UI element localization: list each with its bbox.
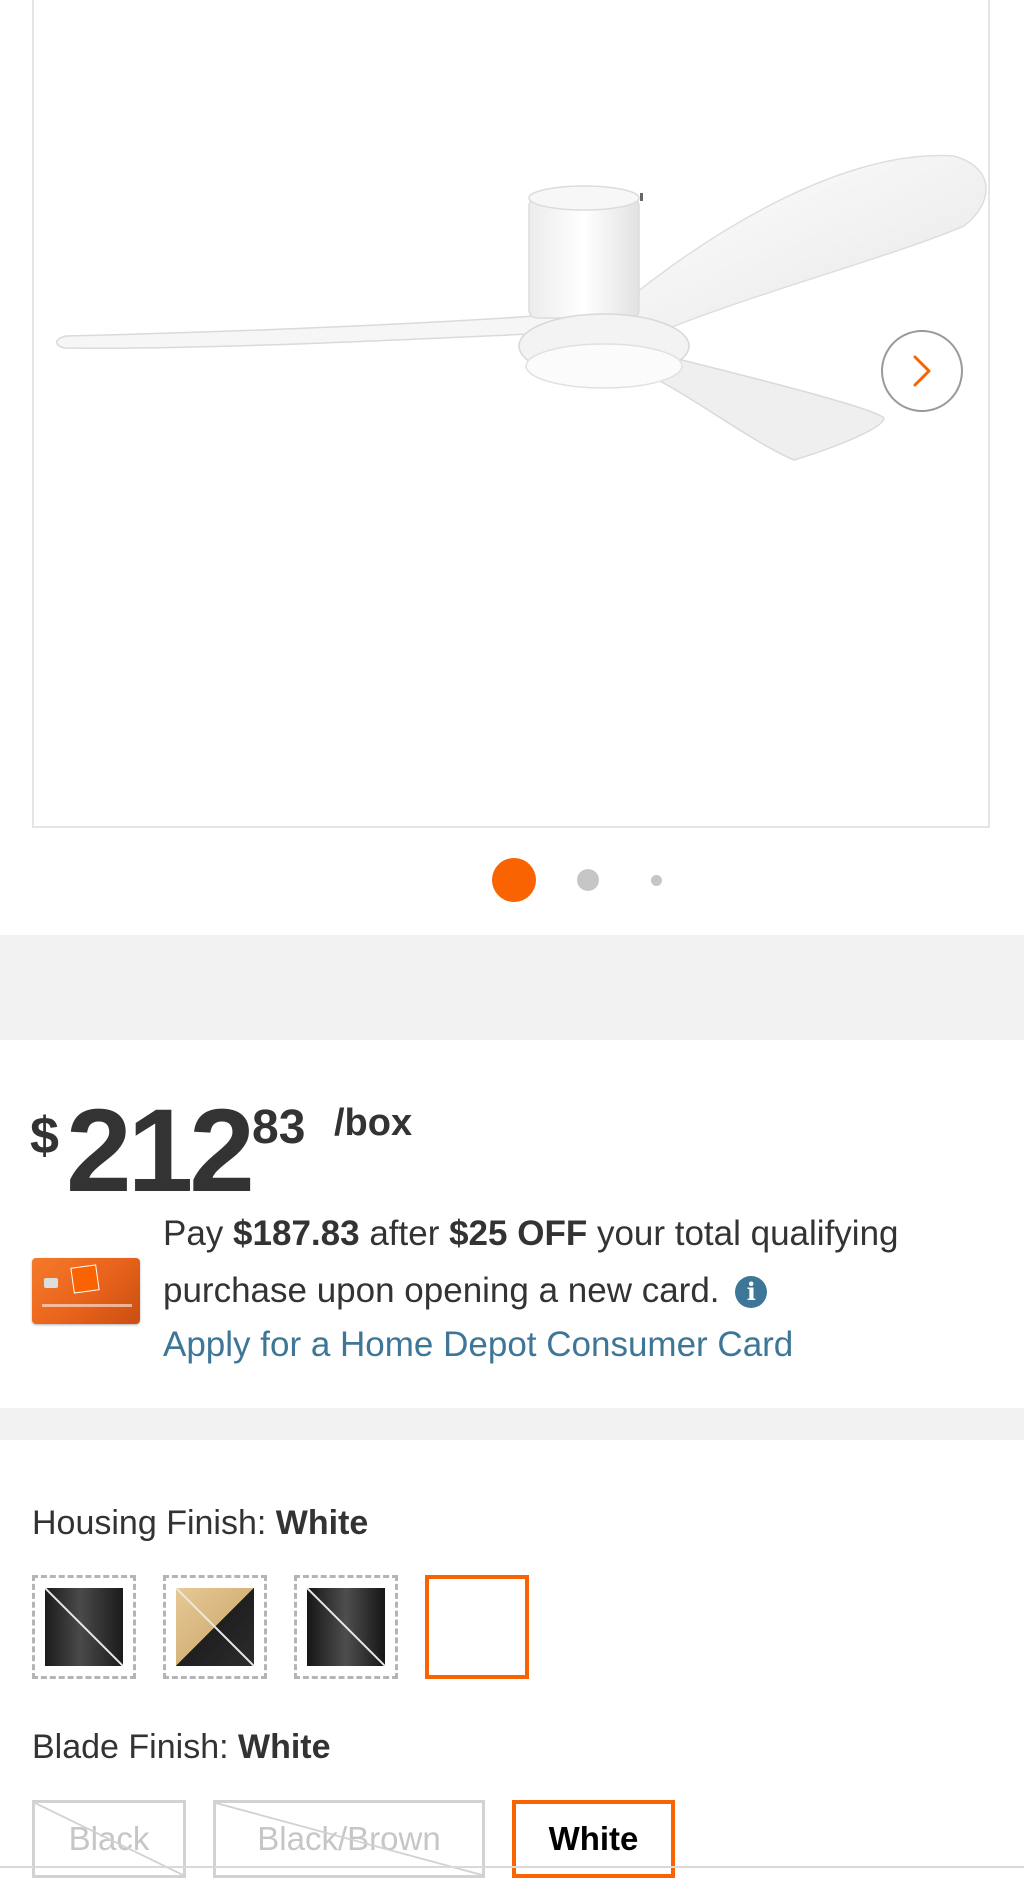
product-image-gallery: [0, 0, 1024, 935]
card-chip-icon: [44, 1278, 58, 1288]
offer-discount: $25 OFF: [449, 1214, 588, 1253]
offer-pay-prefix: Pay: [163, 1214, 224, 1253]
card-offer-text: Pay $187.83 after $25 OFF your total qua…: [163, 1205, 983, 1319]
housing-swatch-black[interactable]: [32, 1575, 136, 1679]
housing-swatch-white-selected[interactable]: [425, 1575, 529, 1679]
section-divider: [0, 1408, 1024, 1440]
ceiling-fan-image: [56, 154, 987, 461]
card-number-stripe: [42, 1304, 132, 1307]
section-divider: [0, 935, 1024, 1040]
price-currency: $: [30, 1107, 59, 1165]
housing-finish-selected: White: [275, 1504, 369, 1542]
bottom-divider: [0, 1866, 1024, 1868]
price-unit: /box: [334, 1102, 413, 1144]
chevron-right-icon: [913, 355, 931, 387]
housing-finish-label: Housing Finish: White: [32, 1504, 368, 1543]
blade-finish-label: Blade Finish: White: [32, 1728, 331, 1767]
offer-after-price: $187.83: [233, 1214, 360, 1253]
price-section: $ 212 83 /box Pay $187.83 after $25 OFF …: [0, 1040, 1024, 1408]
blade-option-label: White: [548, 1820, 639, 1857]
info-icon[interactable]: i: [735, 1276, 768, 1308]
swatch-fill: [307, 1588, 385, 1666]
blade-finish-title: Blade Finish:: [32, 1728, 229, 1766]
home-depot-logo-icon: [70, 1264, 100, 1294]
swatch-fill: [45, 1588, 123, 1666]
blade-finish-selected: White: [238, 1728, 331, 1766]
carousel-dot[interactable]: [651, 875, 662, 886]
carousel-dot-active[interactable]: [492, 858, 536, 902]
carousel-dot[interactable]: [577, 869, 599, 891]
housing-swatch-brass-black[interactable]: [163, 1575, 267, 1679]
unavailable-strike: [35, 1803, 183, 1875]
product-image-frame[interactable]: [32, 0, 990, 828]
housing-finish-title: Housing Finish:: [32, 1504, 267, 1542]
next-image-button[interactable]: [881, 330, 963, 412]
product-options: Housing Finish: White Blade Finish: Whit…: [0, 1440, 1024, 1900]
apply-card-link[interactable]: Apply for a Home Depot Consumer Card: [163, 1325, 793, 1365]
credit-card-image: [32, 1258, 140, 1324]
housing-swatch-dark[interactable]: [294, 1575, 398, 1679]
carousel-pagination: [0, 858, 1024, 904]
swatch-fill: [176, 1588, 254, 1666]
offer-after-word: after: [369, 1214, 440, 1253]
price-cents: 83: [252, 1101, 306, 1154]
price-dollars: 212: [66, 1085, 255, 1217]
unavailable-strike: [216, 1803, 482, 1875]
